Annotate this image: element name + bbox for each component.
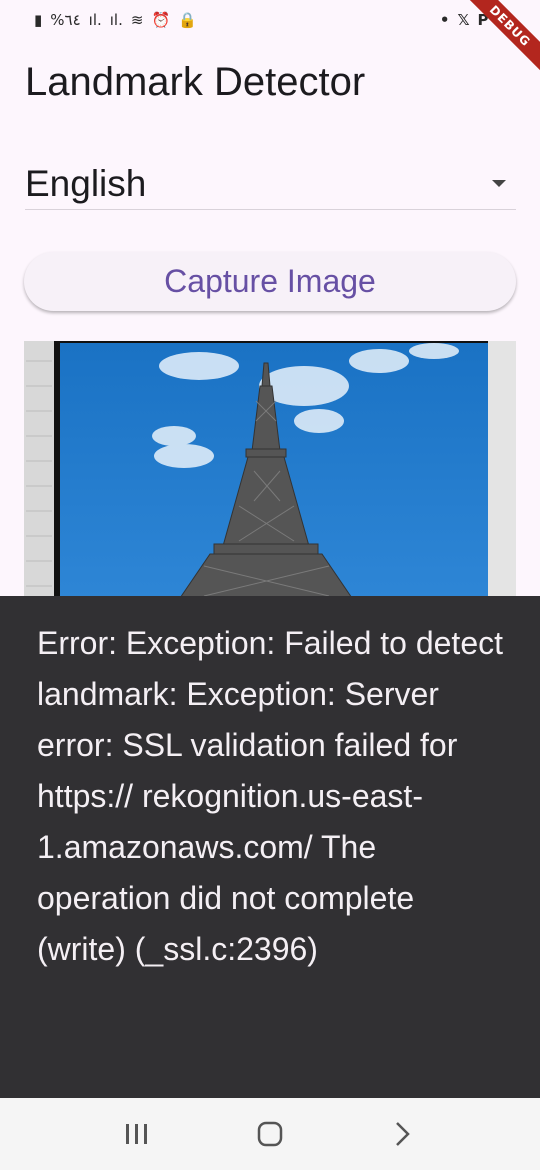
captured-image (24, 341, 516, 601)
home-button[interactable] (240, 1104, 300, 1164)
error-snackbar: Error: Exception: Failed to detect landm… (0, 596, 540, 1098)
alarm-icon: ⏰ (151, 11, 171, 29)
home-icon (257, 1121, 283, 1147)
navigation-bar (0, 1098, 540, 1170)
notification-dot-icon: • (439, 11, 450, 29)
battery-icon: ▮ (34, 11, 43, 29)
recent-apps-icon (125, 1124, 147, 1144)
signal-icon-2: ıl. (109, 11, 123, 29)
chevron-right-icon (396, 1122, 411, 1146)
recent-apps-button[interactable] (107, 1104, 167, 1164)
wifi-icon: ≋ (130, 11, 144, 29)
capture-image-button[interactable]: Capture Image (24, 252, 516, 311)
chevron-down-icon (492, 180, 506, 187)
eiffel-tower-photo (24, 341, 516, 601)
battery-text: %٦٤ (50, 11, 81, 29)
status-left: ▮ %٦٤ ıl. ıl. ≋ ⏰ 🔒 (34, 11, 197, 29)
error-message: Error: Exception: Failed to detect landm… (37, 625, 503, 967)
status-bar: ▮ %٦٤ ıl. ıl. ≋ ⏰ 🔒 • 𝕏 P ♙ (0, 0, 540, 40)
language-dropdown[interactable]: English (25, 158, 516, 210)
back-button[interactable] (373, 1104, 433, 1164)
x-app-icon: 𝕏 (457, 11, 470, 29)
page-title: Landmark Detector (25, 60, 366, 104)
lock-icon: 🔒 (178, 11, 197, 29)
signal-icon: ıl. (88, 11, 102, 29)
language-selected: English (25, 162, 147, 204)
